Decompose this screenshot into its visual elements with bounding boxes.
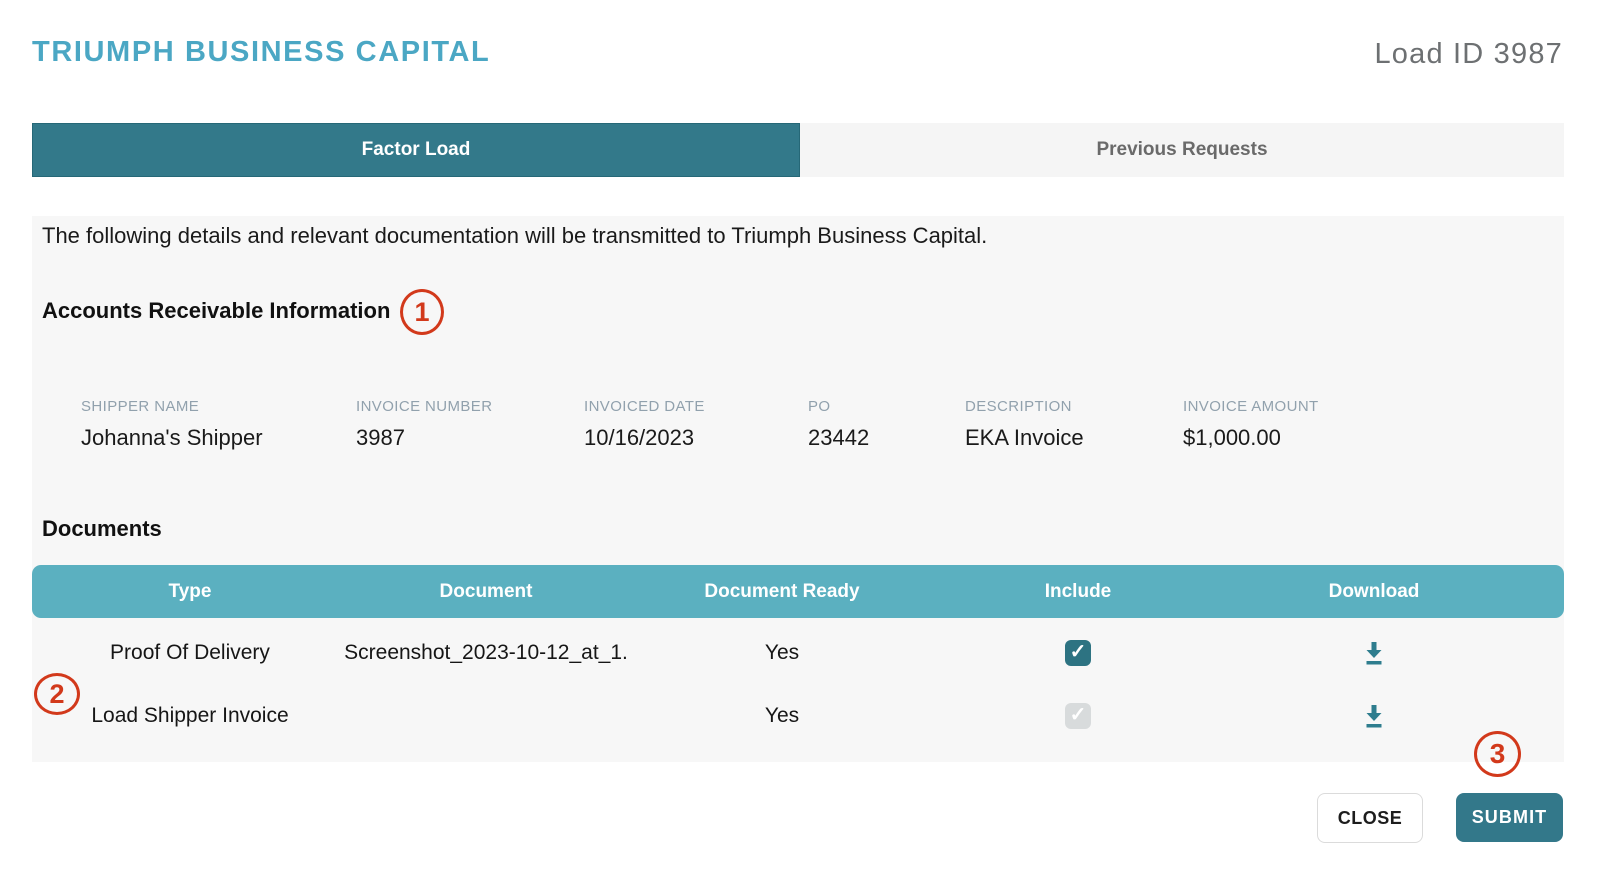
field-label: DESCRIPTION <box>965 398 1183 415</box>
download-icon[interactable] <box>1362 703 1386 729</box>
field-shipper-name: SHIPPER NAME Johanna's Shipper <box>81 398 356 451</box>
field-value: 23442 <box>808 425 965 451</box>
column-header-download: Download <box>1226 581 1522 603</box>
factor-load-panel: The following details and relevant docum… <box>32 216 1564 762</box>
documents-heading: Documents <box>42 516 162 542</box>
annotation-circle-1: 1 <box>400 289 444 335</box>
column-header-include: Include <box>930 581 1226 603</box>
field-invoiced-date: INVOICED DATE 10/16/2023 <box>584 398 808 451</box>
table-row-load-shipper-invoice: Load Shipper Invoice Yes ✓ <box>32 684 1564 747</box>
field-label: INVOICE AMOUNT <box>1183 398 1564 415</box>
factor-load-dialog: TRIUMPH BUSINESS CAPITAL Load ID 3987 Fa… <box>0 0 1600 883</box>
page-title: TRIUMPH BUSINESS CAPITAL <box>32 36 490 69</box>
tab-previous-requests[interactable]: Previous Requests <box>800 123 1564 177</box>
accounts-receivable-heading: Accounts Receivable Information <box>42 298 390 324</box>
cell-document-ready: Yes <box>634 641 930 665</box>
dialog-footer: CLOSE SUBMIT <box>1317 793 1563 843</box>
field-invoice-number: INVOICE NUMBER 3987 <box>356 398 584 451</box>
include-checkbox[interactable]: ✓ <box>1065 640 1091 666</box>
cell-document-ready: Yes <box>634 704 930 728</box>
download-icon[interactable] <box>1362 640 1386 666</box>
close-button[interactable]: CLOSE <box>1317 793 1423 843</box>
field-description: DESCRIPTION EKA Invoice <box>965 398 1183 451</box>
cell-document: Screenshot_2023-10-12_at_1. <box>338 641 634 665</box>
column-header-document: Document <box>338 581 634 603</box>
field-value: 10/16/2023 <box>584 425 808 451</box>
field-label: SHIPPER NAME <box>81 398 356 415</box>
field-label: PO <box>808 398 965 415</box>
cell-download <box>1226 640 1522 666</box>
tab-factor-load[interactable]: Factor Load <box>32 123 800 177</box>
accounts-receivable-fields: SHIPPER NAME Johanna's Shipper INVOICE N… <box>32 398 1564 451</box>
annotation-circle-3: 3 <box>1474 731 1521 777</box>
field-label: INVOICED DATE <box>584 398 808 415</box>
load-id: Load ID 3987 <box>1374 38 1563 71</box>
documents-table-header: Type Document Document Ready Include Dow… <box>32 565 1564 618</box>
field-value: Johanna's Shipper <box>81 425 356 451</box>
documents-table: Type Document Document Ready Include Dow… <box>32 565 1564 747</box>
cell-include: ✓ <box>930 640 1226 666</box>
field-value: EKA Invoice <box>965 425 1183 451</box>
column-header-type: Type <box>42 581 338 603</box>
field-po: PO 23442 <box>808 398 965 451</box>
include-checkbox-disabled: ✓ <box>1065 703 1091 729</box>
table-row-proof-of-delivery: Proof Of Delivery Screenshot_2023-10-12_… <box>32 621 1564 684</box>
cell-download <box>1226 703 1522 729</box>
tab-bar: Factor Load Previous Requests <box>32 123 1564 177</box>
cell-type: Load Shipper Invoice <box>42 704 338 728</box>
cell-include: ✓ <box>930 703 1226 729</box>
transmission-note: The following details and relevant docum… <box>42 222 987 250</box>
field-label: INVOICE NUMBER <box>356 398 584 415</box>
field-value: $1,000.00 <box>1183 425 1564 451</box>
column-header-document-ready: Document Ready <box>634 581 930 603</box>
cell-type: Proof Of Delivery <box>42 641 338 665</box>
annotation-circle-2: 2 <box>34 673 80 715</box>
field-invoice-amount: INVOICE AMOUNT $1,000.00 <box>1183 398 1564 451</box>
submit-button[interactable]: SUBMIT <box>1456 793 1563 842</box>
checkmark-icon: ✓ <box>1070 642 1087 662</box>
checkmark-icon: ✓ <box>1070 705 1087 725</box>
field-value: 3987 <box>356 425 584 451</box>
